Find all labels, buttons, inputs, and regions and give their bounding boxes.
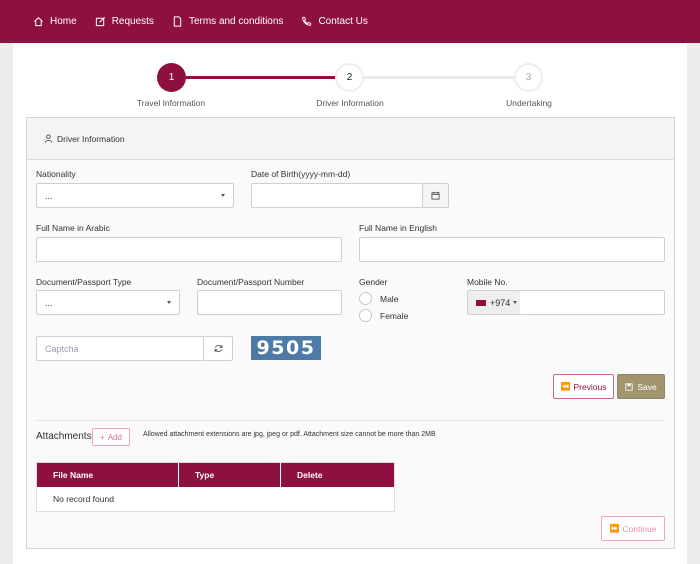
empty-table-text: No record found: [53, 494, 114, 504]
nationality-select[interactable]: ...: [36, 183, 234, 208]
step-1-circle: 1: [157, 63, 186, 92]
previous-button[interactable]: ⏪ Previous: [553, 374, 614, 399]
step-line-pending: [350, 76, 530, 79]
captcha-placeholder: Captcha: [45, 343, 79, 354]
step-2-number: 2: [346, 72, 353, 83]
page-content: 1 2 3 Travel Information Driver Informat…: [13, 43, 687, 564]
doc-number-label: Document/Passport Number: [197, 277, 305, 287]
attachments-table: File Name Type Delete No record found: [36, 462, 395, 512]
gender-male-radio[interactable]: [359, 292, 372, 305]
nav-terms-label: Terms and conditions: [188, 16, 284, 27]
doc-type-select[interactable]: ...: [36, 290, 180, 315]
save-label: Save: [637, 381, 657, 392]
continue-icon: ⏩: [609, 524, 620, 533]
continue-button[interactable]: ⏩ Continue: [601, 516, 665, 541]
table-row: No record found: [37, 487, 394, 511]
previous-label: Previous: [573, 381, 607, 392]
chevron-down-icon: [513, 301, 518, 304]
qatar-flag-icon: [476, 299, 486, 306]
nav-requests-label: Requests: [111, 16, 154, 27]
previous-icon: ⏪: [560, 382, 571, 391]
step-line-completed: [186, 76, 350, 79]
captcha-refresh-button[interactable]: [203, 336, 233, 361]
country-code-select[interactable]: +974: [467, 290, 521, 315]
nav-home-label: Home: [50, 16, 77, 27]
dob-input[interactable]: [251, 183, 423, 208]
name-ar-label: Full Name in Arabic: [36, 223, 110, 233]
column-type: Type: [179, 463, 281, 487]
table-header-row: File Name Type Delete: [37, 463, 394, 487]
section-divider: [36, 420, 664, 421]
step-2-circle: 2: [335, 63, 364, 92]
gender-female-radio[interactable]: [359, 309, 372, 322]
column-file-name: File Name: [37, 463, 179, 487]
nav-home[interactable]: Home: [33, 16, 77, 27]
doc-number-input[interactable]: [197, 290, 342, 315]
name-en-input[interactable]: [359, 237, 665, 262]
edit-icon: [95, 16, 105, 27]
column-delete: Delete: [297, 470, 323, 480]
card-header: Driver Information: [27, 118, 674, 160]
doc-type-value: ...: [45, 297, 53, 308]
nav-contact-label: Contact Us: [318, 16, 368, 27]
continue-label: Continue: [622, 523, 657, 534]
save-button[interactable]: Save: [617, 374, 665, 399]
gender-female-option[interactable]: Female: [359, 309, 408, 322]
nav-requests[interactable]: Requests: [95, 16, 154, 27]
name-en-label: Full Name in English: [359, 223, 437, 233]
mobile-input[interactable]: [520, 290, 665, 315]
driver-info-card: Driver Information Nationality ... Date …: [26, 117, 675, 549]
name-ar-input[interactable]: [36, 237, 342, 262]
dob-label: Date of Birth(yyyy-mm-dd): [251, 169, 351, 179]
mobile-label: Mobile No.: [467, 277, 508, 287]
attachment-note: Allowed attachment extensions are jpg, j…: [143, 431, 436, 438]
captcha-input[interactable]: Captcha: [36, 336, 204, 361]
step-3-label: Undertaking: [506, 98, 552, 108]
chevron-down-icon: [167, 301, 171, 304]
step-1-number: 1: [168, 72, 175, 83]
calendar-icon: [431, 191, 440, 200]
top-navbar: Home Requests Terms and conditions Conta…: [0, 0, 700, 43]
chevron-down-icon: [221, 194, 225, 197]
refresh-icon: [214, 345, 222, 352]
step-1-label: Travel Information: [136, 98, 206, 108]
gender-male-option[interactable]: Male: [359, 292, 398, 305]
nav-terms[interactable]: Terms and conditions: [172, 16, 284, 27]
progress-stepper: 1 2 3 Travel Information Driver Informat…: [13, 61, 687, 111]
document-icon: [173, 16, 182, 27]
nationality-label: Nationality: [36, 169, 76, 179]
add-attachment-button[interactable]: + Add: [92, 428, 130, 446]
gender-male-label: Male: [380, 293, 399, 304]
step-2-label: Driver Information: [316, 98, 384, 108]
gender-female-label: Female: [380, 310, 409, 321]
add-label: Add: [107, 432, 122, 442]
plus-icon: +: [100, 432, 105, 442]
step-3-circle: 3: [514, 63, 543, 92]
attachments-title: Attachments: [36, 431, 92, 442]
home-icon: [34, 17, 43, 27]
captcha-image: 9505: [251, 336, 321, 360]
calendar-button[interactable]: [422, 183, 449, 208]
country-code-value: +974: [490, 297, 511, 308]
captcha-code: 9505: [256, 337, 316, 359]
phone-icon: [302, 16, 312, 26]
user-icon: [44, 134, 53, 143]
step-3-number: 3: [525, 72, 532, 83]
save-icon: [625, 382, 633, 391]
doc-type-label: Document/Passport Type: [36, 277, 132, 287]
gender-label: Gender: [359, 277, 388, 287]
card-title: Driver Information: [57, 133, 125, 144]
nationality-value: ...: [45, 190, 53, 201]
nav-contact[interactable]: Contact Us: [301, 16, 368, 27]
